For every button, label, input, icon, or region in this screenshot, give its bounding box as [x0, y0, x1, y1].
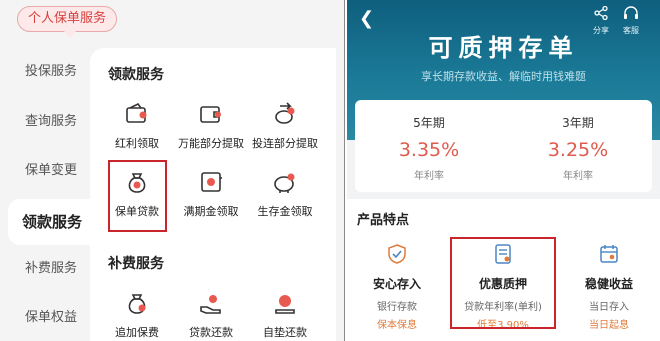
yuan-coin-icon: [275, 295, 295, 314]
feature-safe-deposit: 安心存入 银行存款 保本保息: [347, 243, 447, 331]
headset-icon: [624, 6, 638, 19]
grid-item-loan-repay[interactable]: 贷款还款: [171, 290, 251, 341]
grid-item-auto-advance-repay[interactable]: 自垫还款: [245, 290, 325, 341]
side-nav-item-query[interactable]: 查询服务: [0, 102, 92, 142]
grid-item-dividend[interactable]: 红利领取: [97, 101, 177, 167]
feature-desc: 当日存入: [589, 302, 629, 313]
highlight-box-policy-loan: [108, 160, 167, 232]
share-icon: [594, 5, 608, 21]
piggy-bank-icon: [274, 173, 295, 193]
side-nav-item-policy-change[interactable]: 保单变更: [0, 151, 92, 191]
grid-item-maturity[interactable]: 满期金领取: [171, 169, 251, 235]
feature-desc: 银行存款: [377, 302, 417, 313]
grid-item-universal-partial[interactable]: 万能部分提取: [171, 101, 251, 167]
feature-highlight: 保本保息: [377, 320, 417, 331]
grid-item-survival[interactable]: 生存金领取: [245, 169, 325, 235]
screenshot-frame: 个人保单服务 投保服务 查询服务 保单变更 领款服务 补费服务 保单权益 领款服…: [0, 0, 660, 341]
feature-stable-return: 稳健收益 当日存入 当日起息: [559, 243, 659, 331]
rate-period: 3年期: [562, 116, 594, 130]
hand-coin-icon: [200, 295, 221, 314]
grid-item-label: 满期金领取: [183, 205, 239, 218]
features-title: 产品特点: [357, 213, 410, 228]
back-arrow-icon[interactable]: ❮: [359, 8, 374, 29]
safe-box-icon: [201, 172, 222, 192]
side-nav-item-insure[interactable]: 投保服务: [0, 52, 92, 92]
grid-item-label: 自垫还款: [263, 326, 307, 339]
personal-policy-service-tag[interactable]: 个人保单服务: [17, 6, 117, 38]
feature-highlight: 当日起息: [589, 320, 629, 331]
product-features: 产品特点 安心存入 银行存款 保本保息 优惠质押 贷款年利率(单利) 低至3.9…: [347, 199, 660, 341]
feature-name: 安心存入: [372, 277, 421, 291]
withdraw-section-title: 领款服务: [108, 67, 164, 83]
piggy-withdraw-icon: [275, 102, 295, 124]
calendar-icon: [600, 245, 618, 263]
wallet-icon: [200, 106, 221, 123]
grid-item-label: 生存金领取: [257, 205, 313, 218]
rate-label: 年利率: [414, 171, 444, 182]
page-subtitle: 享长期存款收益、解临时用钱难题: [421, 70, 586, 83]
rate-5-year[interactable]: 5年期 3.35% 年利率: [355, 100, 503, 192]
side-nav-item-supplement[interactable]: 补费服务: [0, 249, 92, 289]
pledgeable-deposit-panel: ❮ 分享 客服 可质押存单 享长期存款收益、解临时用钱难题 5年期 3.35% …: [347, 0, 660, 341]
supplement-section-title: 补费服务: [108, 256, 164, 272]
shield-check-icon: [388, 244, 406, 264]
side-nav-item-withdraw[interactable]: 领款服务: [8, 199, 98, 245]
grid-item-label: 投连部分提取: [252, 137, 318, 150]
page-title: 可质押存单: [428, 34, 579, 62]
rate-3-year[interactable]: 3年期 3.25% 年利率: [504, 100, 652, 192]
rate-value: 3.25%: [547, 139, 609, 161]
rate-value: 3.35%: [398, 139, 460, 161]
money-bag-plus-icon: [128, 294, 146, 314]
policy-service-panel: 个人保单服务 投保服务 查询服务 保单变更 领款服务 补费服务 保单权益 领款服…: [0, 0, 345, 341]
grid-item-label: 贷款还款: [189, 326, 233, 339]
grid-item-investment-partial[interactable]: 投连部分提取: [245, 101, 325, 167]
rate-card: 5年期 3.35% 年利率 3年期 3.25% 年利率: [355, 100, 652, 192]
grid-item-label: 红利领取: [115, 137, 159, 150]
side-nav-item-policy-rights[interactable]: 保单权益: [0, 298, 92, 338]
grid-item-additional-premium[interactable]: 追加保费: [97, 290, 177, 341]
grid-item-label: 万能部分提取: [178, 137, 244, 150]
wallet-icon: [126, 102, 147, 123]
rate-label: 年利率: [563, 171, 593, 182]
rate-period: 5年期: [413, 116, 445, 130]
highlight-box-discount-pledge: [450, 237, 556, 329]
feature-name: 稳健收益: [584, 277, 633, 291]
grid-item-label: 追加保费: [115, 326, 159, 339]
